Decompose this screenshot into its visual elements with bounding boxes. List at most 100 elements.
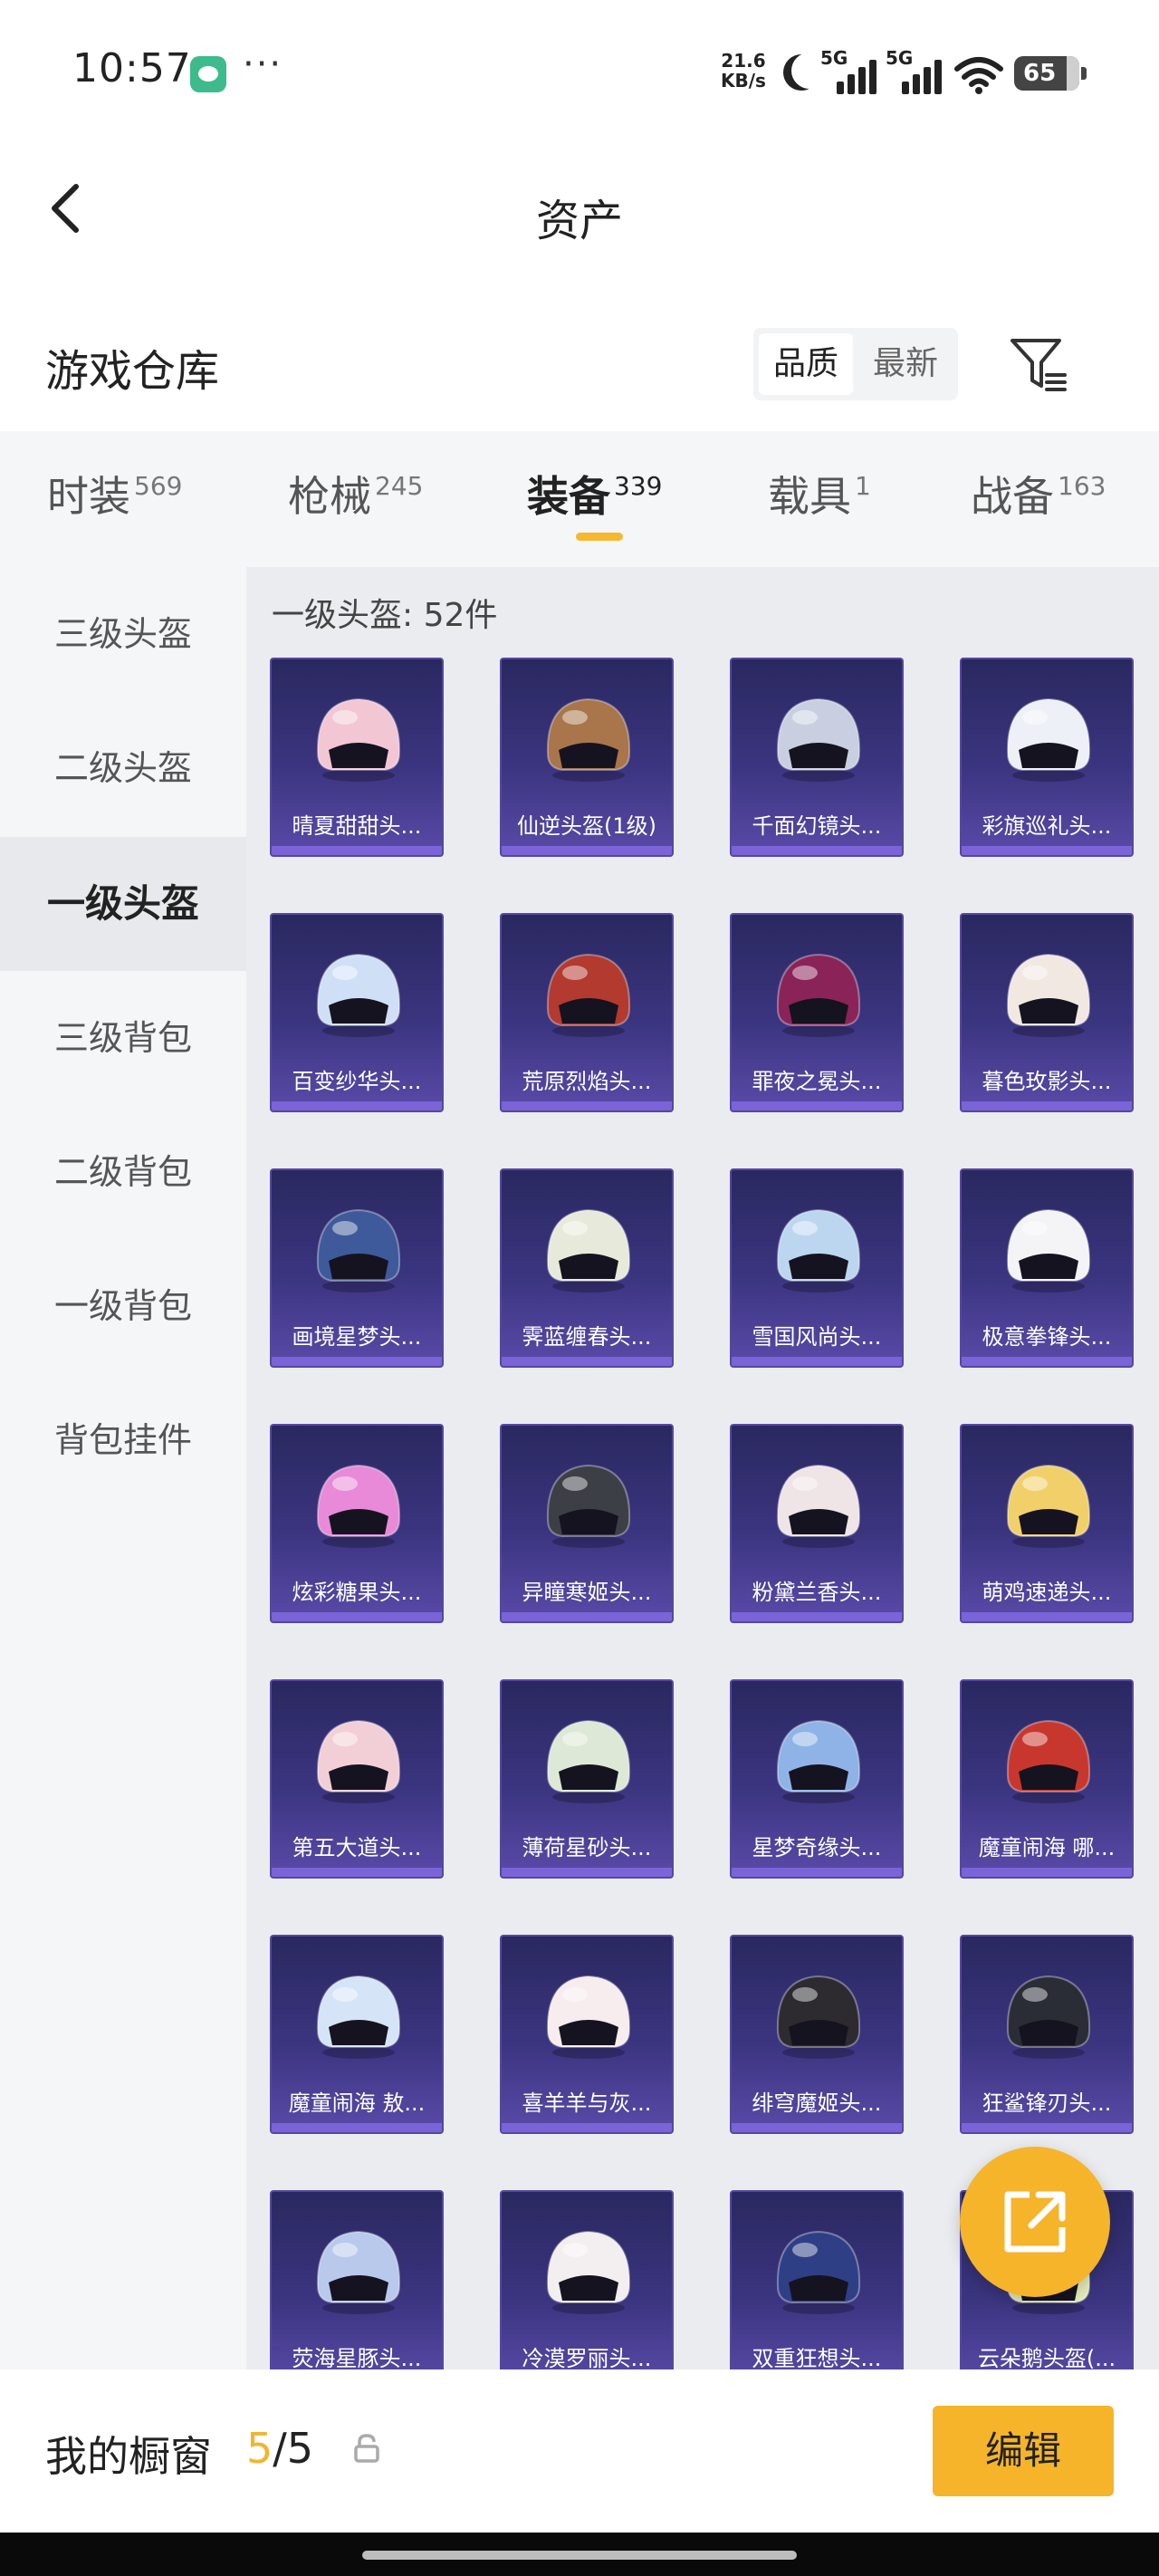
helmet-item-card[interactable]: 魔童闹海 敖... <box>270 1935 444 2134</box>
helmet-icon <box>546 1464 631 1548</box>
showcase-label: 我的橱窗 <box>45 2432 212 2481</box>
item-name: 暮色玫影头... <box>982 1069 1112 1094</box>
helmet-icon <box>546 1975 631 2059</box>
helmet-item-card[interactable]: 星梦奇缘头... <box>730 1679 904 1879</box>
helmet-icon <box>776 953 861 1037</box>
helmet-item-card[interactable]: 暮色玫影头... <box>960 913 1134 1112</box>
tab-label: 载具 <box>768 472 851 521</box>
tab-count: 339 <box>614 471 663 501</box>
tab-combat-gear[interactable]: 战备 163 <box>971 464 1106 524</box>
helmet-icon <box>316 1208 401 1293</box>
tab-weapons[interactable]: 枪械 245 <box>288 464 423 524</box>
tab-count: 569 <box>134 471 183 501</box>
helmet-item-card[interactable]: 喜羊羊与灰... <box>500 1935 674 2134</box>
item-name: 雪国风尚头... <box>752 1324 882 1350</box>
helmet-item-card[interactable]: 罪夜之冕头... <box>730 913 904 1112</box>
showcase-count-total: 5 <box>286 2424 314 2473</box>
showcase-count-current: 5 <box>246 2424 273 2473</box>
quality-stripe <box>272 1357 442 1366</box>
warehouse-title: 游戏仓库 <box>45 346 220 397</box>
helmet-item-card[interactable]: 异瞳寒姬头... <box>500 1424 674 1623</box>
cell-signal-1-icon: 5G <box>820 47 884 94</box>
quality-stripe <box>732 1101 902 1110</box>
quality-stripe <box>962 1357 1132 1366</box>
active-tab-indicator <box>576 533 623 541</box>
helmet-item-card[interactable]: 粉黛兰香头... <box>730 1424 904 1623</box>
item-name: 星梦奇缘头... <box>752 1835 882 1860</box>
helmet-item-card[interactable]: 荒原烈焰头... <box>500 913 674 1112</box>
showcase-count-separator: / <box>273 2424 287 2473</box>
helmet-item-card[interactable]: 绯穹魔姬头... <box>730 1935 904 2134</box>
sidebar-item-level2-backpack[interactable]: 二级背包 <box>0 1105 246 1239</box>
showcase-bar: 我的橱窗 5/5 编辑 <box>0 2369 1159 2533</box>
cell-signal-2-icon: 5G <box>886 47 949 94</box>
sidebar-item-level1-helmet[interactable]: 一级头盔 <box>0 837 246 971</box>
quality-stripe <box>962 846 1132 855</box>
helmet-item-card[interactable]: 百变纱华头... <box>270 913 444 1112</box>
helmet-item-card[interactable]: 仙逆头盔(1级) <box>500 658 674 857</box>
tab-label: 战备 <box>971 472 1054 521</box>
category-tabs: 时装 569 枪械 245 装备 339 载具 1 战备 163 <box>0 431 1159 567</box>
helmet-icon <box>546 953 631 1037</box>
item-grid-panel: 一级头盔: 52件 晴夏甜甜头... 仙逆头盔(1级) 千面幻镜头... 彩旗巡礼头.… <box>246 567 1159 2369</box>
item-name: 绯穹魔姬头... <box>752 2091 882 2116</box>
helmet-item-card[interactable]: 狂鲨锋刃头... <box>960 1935 1134 2134</box>
item-name: 荧海星豚头... <box>292 2346 422 2369</box>
helmet-icon <box>776 1208 861 1293</box>
item-name: 千面幻镜头... <box>752 813 882 839</box>
quality-stripe <box>272 1101 442 1110</box>
sidebar-item-level1-backpack[interactable]: 一级背包 <box>0 1239 246 1373</box>
helmet-icon <box>316 1464 401 1548</box>
item-name: 彩旗巡礼头... <box>982 813 1112 839</box>
helmet-item-card[interactable]: 极意拳锋头... <box>960 1168 1134 1368</box>
quality-stripe <box>502 1101 672 1110</box>
helmet-item-card[interactable]: 炫彩糖果头... <box>270 1424 444 1623</box>
helmet-icon <box>316 1975 401 2059</box>
sidebar-item-level3-backpack[interactable]: 三级背包 <box>0 971 246 1105</box>
helmet-icon <box>546 1719 631 1803</box>
helmet-item-card[interactable]: 千面幻镜头... <box>730 658 904 857</box>
filter-icon[interactable] <box>1007 333 1070 397</box>
sort-by-quality-button[interactable]: 品质 <box>759 333 853 395</box>
network-speed: 21.6 KB/s <box>721 51 766 91</box>
item-name: 魔童闹海 哪... <box>978 1835 1116 1860</box>
edit-button[interactable]: 编辑 <box>933 2406 1114 2496</box>
helmet-item-card[interactable]: 冷漠罗丽头... <box>500 2190 674 2369</box>
tab-equipment[interactable]: 装备 339 <box>527 464 662 524</box>
sidebar-item-backpack-charm[interactable]: 背包挂件 <box>0 1373 246 1507</box>
quality-stripe <box>502 1357 672 1366</box>
helmet-item-card[interactable]: 魔童闹海 哪... <box>960 1679 1134 1879</box>
tab-count: 1 <box>855 471 871 501</box>
showcase-count: 5/5 <box>246 2424 313 2473</box>
sidebar-item-level2-helmet[interactable]: 二级头盔 <box>0 701 246 835</box>
helmet-item-card[interactable]: 荧海星豚头... <box>270 2190 444 2369</box>
helmet-icon <box>776 1975 861 2059</box>
helmet-icon <box>1006 953 1091 1037</box>
item-name: 晴夏甜甜头... <box>292 813 422 839</box>
sidebar-item-level3-helmet[interactable]: 三级头盔 <box>0 567 246 701</box>
tab-fashion[interactable]: 时装 569 <box>47 464 182 524</box>
helmet-icon <box>776 1464 861 1548</box>
helmet-item-card[interactable]: 第五大道头... <box>270 1679 444 1879</box>
helmet-item-card[interactable]: 雪国风尚头... <box>730 1168 904 1368</box>
helmet-item-card[interactable]: 萌鸡速递头... <box>960 1424 1134 1623</box>
item-name: 冷漠罗丽头... <box>522 2346 652 2369</box>
item-name: 霁蓝缠春头... <box>522 1324 652 1350</box>
network-speed-value: 21.6 <box>721 50 766 72</box>
tab-vehicles[interactable]: 载具 1 <box>768 464 871 524</box>
helmet-item-card[interactable]: 薄荷星砂头... <box>500 1679 674 1879</box>
helmet-item-card[interactable]: 双重狂想头... <box>730 2190 904 2369</box>
helmet-item-card[interactable]: 霁蓝缠春头... <box>500 1168 674 1368</box>
helmet-item-card[interactable]: 晴夏甜甜头... <box>270 658 444 857</box>
quality-stripe <box>962 2123 1132 2132</box>
warehouse-header: 游戏仓库 品质 最新 <box>0 308 1159 417</box>
page-title: 资产 <box>535 196 623 246</box>
share-button[interactable] <box>960 2147 1110 2297</box>
helmet-item-card[interactable]: 画境星梦头... <box>270 1168 444 1368</box>
helmet-item-card[interactable]: 彩旗巡礼头... <box>960 658 1134 857</box>
navigation-bar: 资产 <box>0 145 1159 281</box>
sort-by-newest-button[interactable]: 最新 <box>858 333 953 395</box>
more-notifications-icon: ··· <box>243 43 283 85</box>
helmet-icon <box>776 1719 861 1803</box>
helmet-icon <box>316 697 401 782</box>
